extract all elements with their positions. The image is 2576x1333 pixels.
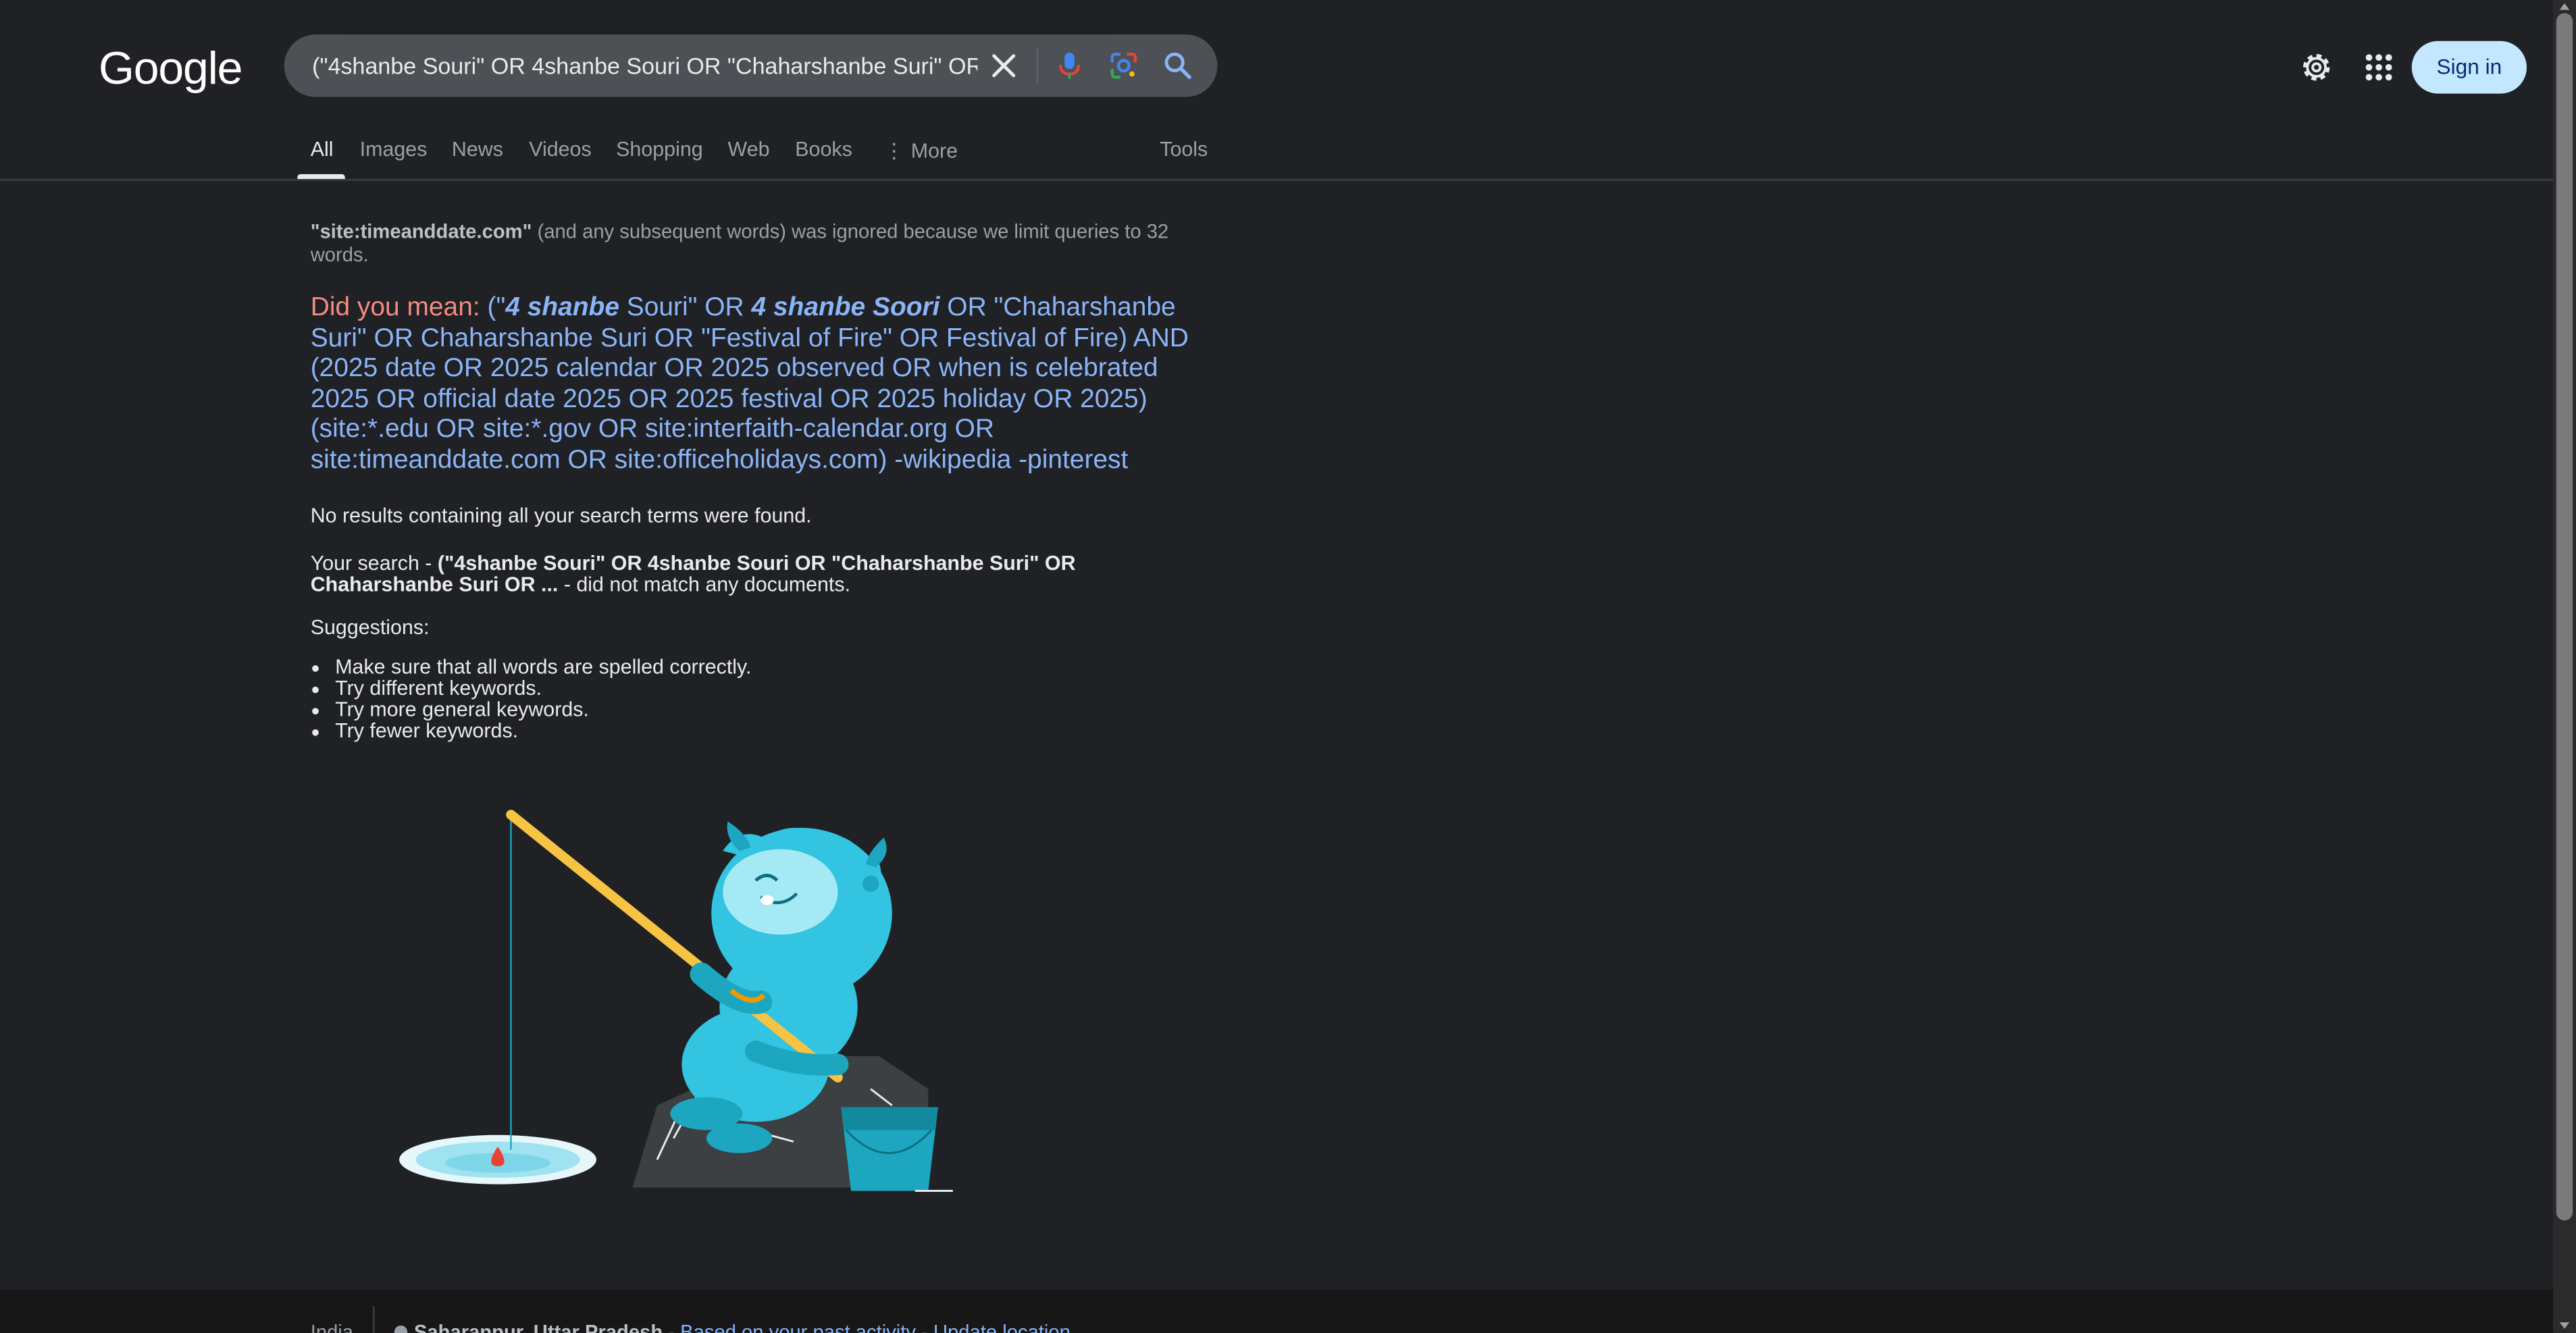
footer: India Saharanpur, Uttar Pradesh - Based …	[0, 1289, 2553, 1333]
tab-more[interactable]: ⋮ More	[883, 138, 958, 163]
ignored-term: "site:timeanddate.com"	[310, 219, 532, 243]
suggestions-title: Suggestions:	[310, 615, 430, 639]
header-divider	[0, 179, 2553, 181]
footer-separator	[373, 1305, 375, 1333]
results-main: "site:timeanddate.com" (and any subseque…	[311, 220, 1206, 743]
location-name: Saharanpur, Uttar Pradesh	[413, 1320, 663, 1333]
clear-icon[interactable]	[987, 49, 1021, 82]
tab-images[interactable]: Images	[360, 138, 428, 161]
no-results-fishing-illustration	[386, 802, 978, 1204]
based-on-activity-link[interactable]: Based on your past activity	[680, 1321, 916, 1333]
apps-grid-icon[interactable]	[2361, 49, 2397, 86]
tab-more-label: More	[910, 139, 958, 163]
footer-country: India	[310, 1320, 354, 1333]
location-dot-icon	[394, 1325, 408, 1333]
sign-in-button[interactable]: Sign in	[2411, 41, 2527, 94]
your-search-message: Your search - ("4shanbe Souri" OR 4shanb…	[310, 551, 1206, 598]
search-box[interactable]: ("4shanbe Souri" OR 4shanbe Souri OR "Ch…	[284, 34, 1218, 97]
your-search-suffix: - did not match any documents.	[558, 573, 851, 597]
tab-news[interactable]: News	[452, 138, 503, 161]
tab-books[interactable]: Books	[795, 138, 852, 161]
settings-gear-icon[interactable]	[2298, 49, 2335, 86]
did-you-mean: Did you mean: ("4 shanbe Souri" OR 4 sha…	[311, 294, 1206, 477]
update-location-link[interactable]: Update location	[933, 1321, 1071, 1333]
tools-button[interactable]: Tools	[1160, 138, 1208, 161]
scrollbar-thumb[interactable]	[2556, 13, 2573, 1221]
dym-correction-2: 4 shanbe Soori	[751, 294, 940, 322]
tab-shopping[interactable]: Shopping	[616, 138, 702, 161]
footer-sep-text-1: -	[663, 1320, 681, 1333]
google-logo[interactable]: Google	[99, 43, 243, 95]
microphone-icon[interactable]	[1053, 49, 1086, 82]
page: Google ("4shanbe Souri" OR 4shanbe Souri…	[0, 0, 2576, 1333]
scroll-up-arrow-icon[interactable]	[2559, 3, 2570, 10]
tab-all[interactable]: All	[311, 138, 334, 161]
suggestions-list: Make sure that all words are spelled cor…	[311, 655, 1206, 743]
no-results-message: No results containing all your search te…	[310, 503, 812, 527]
list-item: Try fewer keywords.	[335, 721, 1206, 743]
search-input[interactable]: ("4shanbe Souri" OR 4shanbe Souri OR "Ch…	[312, 53, 977, 79]
dym-text-2: Souri" OR	[619, 294, 752, 322]
google-lens-icon[interactable]	[1107, 49, 1140, 82]
active-tab-indicator	[297, 174, 345, 180]
footer-sep-text-2: -	[916, 1320, 933, 1333]
tab-videos[interactable]: Videos	[529, 138, 591, 161]
dym-text-1: ("	[480, 294, 506, 322]
vertical-scrollbar[interactable]	[2552, 0, 2576, 1333]
list-item: Make sure that all words are spelled cor…	[335, 655, 1206, 678]
query-truncated-notice: "site:timeanddate.com" (and any subseque…	[311, 220, 1206, 266]
did-you-mean-label: Did you mean:	[310, 294, 480, 322]
dym-correction-1: 4 shanbe	[505, 294, 619, 322]
list-item: Try more general keywords.	[335, 699, 1206, 722]
scroll-down-arrow-icon[interactable]	[2559, 1322, 2570, 1329]
your-search-prefix: Your search -	[310, 551, 438, 575]
tab-web[interactable]: Web	[728, 138, 770, 161]
more-vert-icon: ⋮	[883, 139, 905, 163]
list-item: Try different keywords.	[335, 677, 1206, 700]
search-icon[interactable]	[1162, 49, 1195, 82]
search-divider	[1036, 47, 1039, 84]
footer-location: Saharanpur, Uttar Pradesh - Based on you…	[394, 1321, 1071, 1333]
